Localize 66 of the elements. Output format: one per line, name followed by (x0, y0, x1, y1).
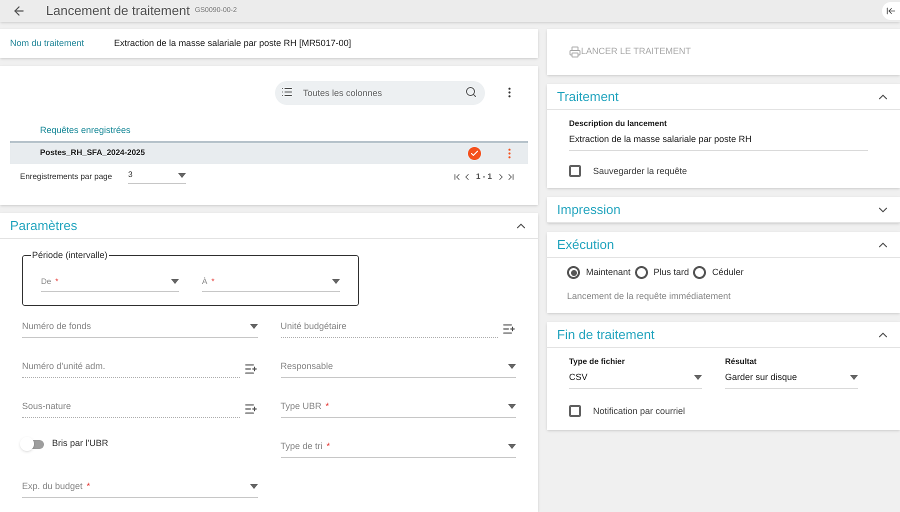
input-field[interactable]: Extraction de la masse salariale par poste RH (569, 130, 868, 150)
radio-label: Maintenant (586, 266, 631, 279)
caret-icon (250, 484, 258, 489)
radio-button[interactable] (567, 266, 580, 280)
field-label: Type de fichier (569, 356, 626, 368)
select-field[interactable]: CSV (569, 368, 702, 388)
field-label: Résultat (725, 356, 758, 368)
section-title: Exécution (557, 236, 614, 254)
input-field[interactable]: Unité budgétaire (280, 320, 498, 338)
collapse-panel-button[interactable] (882, 2, 900, 20)
page-range: 1 - 1 (476, 170, 492, 182)
first-page-icon[interactable] (452, 172, 462, 182)
search-icon[interactable] (465, 86, 477, 98)
section-title: Traitement (557, 88, 619, 106)
select-field[interactable]: Type UBR * (280, 400, 516, 418)
section-title: Impression (557, 200, 621, 219)
select-field[interactable]: Type de tri * (280, 440, 516, 458)
group-legend: Période (intervalle) (31, 249, 109, 262)
input-field[interactable]: Numéro d'unité adm. (22, 360, 240, 378)
select-field[interactable]: De * (41, 272, 179, 292)
checkbox[interactable] (569, 405, 581, 418)
section-title: Fin de traitement (557, 326, 655, 344)
field-label: Nom du traitement (10, 36, 84, 50)
caret-icon (694, 375, 702, 380)
section-title: Paramètres (10, 216, 78, 235)
add-list-icon[interactable] (502, 322, 516, 336)
caret-icon (178, 172, 186, 178)
toggle-label: Bris par l'UBR (52, 437, 108, 450)
select-field[interactable]: Exp. du budget * (22, 480, 258, 498)
field-label: Description du lancement (569, 118, 668, 130)
page-title: Lancement de traitement (46, 2, 190, 20)
column-header: Requêtes enregistrées (40, 124, 132, 137)
caret-icon (508, 444, 516, 449)
radio-label: Céduler (712, 266, 744, 279)
checkbox-label: Sauvegarder la requête (593, 164, 688, 178)
add-list-icon[interactable] (244, 402, 258, 416)
back-icon[interactable] (12, 4, 26, 18)
toggle-switch[interactable] (22, 440, 44, 448)
select-field[interactable]: Garder sur disque (725, 368, 858, 388)
table-cell-text: Postes_RH_SFA_2024-2025 (40, 147, 146, 159)
hint-text: Lancement de la requête immédiatement (567, 290, 732, 303)
radio-button[interactable] (634, 266, 648, 280)
caret-icon (250, 324, 258, 329)
select-field[interactable]: Responsable (280, 360, 516, 378)
last-page-icon[interactable] (506, 172, 516, 182)
add-list-icon[interactable] (244, 362, 258, 376)
caret-icon (332, 279, 340, 284)
input-field[interactable]: Sous-nature (22, 400, 240, 418)
table-row[interactable]: Postes_RH_SFA_2024-2025 (10, 140, 528, 164)
search-field[interactable]: Toutes les colonnes (275, 81, 485, 105)
caret-icon (508, 364, 516, 369)
pager-label: Enregistrements par page (20, 170, 112, 182)
caret-icon (850, 375, 858, 380)
checkbox[interactable] (569, 165, 581, 178)
select-field[interactable]: 3 (128, 169, 186, 184)
field-value: Extraction de la masse salariale par poste RH [MR5017-00] (114, 36, 352, 50)
select-field[interactable]: À * (202, 272, 340, 292)
select-field[interactable]: Numéro de fonds (22, 320, 258, 338)
check-icon (468, 146, 481, 160)
caret-icon (508, 404, 516, 409)
collapse-arrow-icon (886, 6, 896, 16)
radio-label: Plus tard (654, 266, 690, 279)
radio-button[interactable] (693, 266, 706, 280)
caret-icon (171, 279, 179, 284)
checkbox-label: Notification par courriel (593, 404, 686, 418)
printer-icon (569, 46, 581, 58)
